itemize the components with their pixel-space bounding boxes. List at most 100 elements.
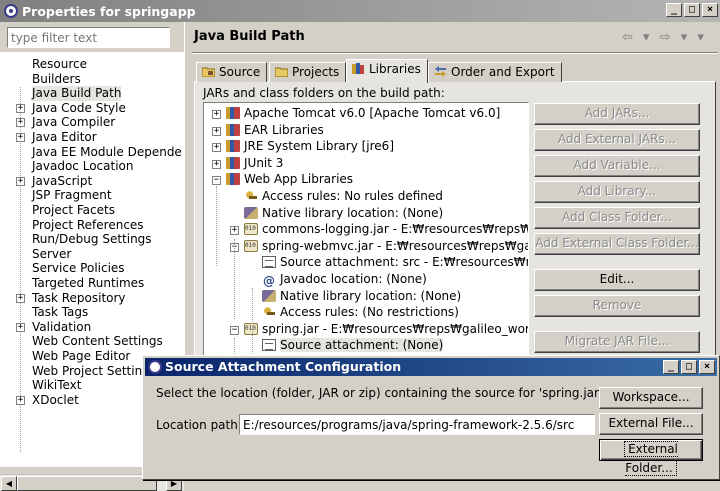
library-tree-item[interactable]: JRE System Library [jre6] (226, 139, 394, 156)
pref-tree-item[interactable]: Java EE Module Depende (32, 145, 182, 160)
scroll-left-icon[interactable]: ◀ (1, 476, 17, 491)
collapse-icon[interactable]: − (230, 325, 239, 335)
tree-guide-line (216, 186, 217, 266)
remove-button[interactable]: Remove (534, 295, 700, 317)
tab-source[interactable]: Source (196, 62, 268, 82)
library-tree-item[interactable]: spring.jar - E:₩resources₩reps₩galileo_w… (244, 322, 528, 339)
library-tree-item[interactable]: JUnit 3 (226, 156, 283, 173)
library-tree-label: spring-webmvc.jar - E:₩resources₩reps₩ga… (262, 238, 529, 253)
pref-tree-item[interactable]: Java Build Path (32, 86, 122, 101)
pref-tree-item[interactable]: Javadoc Location (32, 159, 133, 174)
pref-tree-item[interactable]: JSP Fragment (32, 188, 112, 203)
pref-tree-item[interactable]: JavaScript (32, 174, 92, 189)
expand-icon[interactable]: + (230, 226, 239, 236)
at-icon: @ (263, 274, 275, 288)
library-tree-item[interactable]: Source attachment: src - E:₩resources₩re… (262, 255, 528, 272)
pref-tree-item[interactable]: Server (32, 247, 71, 262)
filter-input[interactable] (7, 27, 170, 48)
library-tree-item[interactable]: Source attachment: (None) (262, 338, 444, 355)
pref-tree-item[interactable]: Java Editor (32, 130, 97, 145)
tab-order-and-export[interactable]: Order and Export (428, 62, 562, 82)
library-tree-label: Source attachment: (None) (280, 338, 444, 353)
expand-icon[interactable]: + (16, 118, 25, 128)
window-titlebar[interactable]: Properties for springapp _ □ × (0, 0, 720, 22)
tab-projects[interactable]: Projects (269, 62, 347, 82)
pref-tree-item[interactable]: Run/Debug Settings (32, 232, 152, 247)
library-tree-item[interactable]: spring-webmvc.jar - E:₩resources₩reps₩ga… (244, 238, 529, 256)
expand-icon[interactable]: + (16, 103, 25, 113)
maximize-button[interactable]: □ (684, 3, 700, 17)
pref-tree-item[interactable]: Task Repository (32, 291, 126, 306)
library-tree-item[interactable]: Native library location: (None) (262, 289, 461, 306)
pref-tree-item[interactable]: Project Facets (32, 203, 115, 218)
jar-icon (244, 223, 258, 236)
pref-tree-item[interactable]: XDoclet (32, 393, 79, 408)
libraries-tree[interactable]: + Apache Tomcat v6.0 [Apache Tomcat v6.0]… (203, 102, 529, 358)
pref-tree-item[interactable]: Java Compiler (32, 115, 115, 130)
pref-tree-item[interactable]: Web Content Settings (32, 334, 163, 349)
library-tree-label: Apache Tomcat v6.0 [Apache Tomcat v6.0] (244, 106, 501, 120)
library-tree-item[interactable]: @ Javadoc location: (None) (262, 272, 427, 289)
expand-icon[interactable]: + (16, 133, 25, 142)
books-icon (226, 107, 240, 119)
window-title: Properties for springapp (22, 3, 196, 19)
pref-tree-item[interactable]: Targeted Runtimes (32, 276, 144, 291)
expand-icon[interactable]: + (16, 293, 25, 303)
external-file-button[interactable]: External File... (599, 413, 703, 435)
expand-icon[interactable]: + (16, 176, 25, 186)
library-tree-item[interactable]: Native library location: (None) (244, 206, 443, 223)
expand-icon[interactable]: + (212, 126, 221, 136)
pref-tree-item[interactable]: WikiText (32, 378, 82, 393)
library-tree-item[interactable]: commons-logging.jar - E:₩resources₩reps₩… (244, 222, 528, 239)
pref-tree-item[interactable]: Resource (32, 57, 87, 72)
eclipse-icon (148, 360, 162, 374)
minimize-button[interactable]: _ (666, 3, 682, 17)
pref-tree-item[interactable]: Task Tags (32, 305, 88, 320)
expand-icon[interactable]: + (212, 143, 221, 153)
pref-tree-item[interactable]: Project References (32, 218, 144, 233)
expand-icon[interactable]: + (16, 322, 25, 332)
dialog-title: Source Attachment Configuration (165, 359, 402, 374)
edit-button[interactable]: Edit... (534, 269, 700, 291)
location-path-label: Location path: (156, 418, 242, 432)
pref-tree-item[interactable]: Web Project Settings (32, 364, 156, 379)
expand-icon[interactable]: + (16, 395, 25, 405)
key-icon (244, 190, 258, 202)
library-tree-label: Access rules: No rules defined (262, 189, 443, 203)
library-tree-item[interactable]: Access rules: No rules defined (244, 189, 443, 206)
pref-tree-item[interactable]: Builders (32, 72, 81, 87)
add-library-button[interactable]: Add Library... (534, 181, 700, 203)
pref-tree-item[interactable]: Service Policies (32, 261, 125, 276)
history-nav-icons[interactable]: ⇦ ▾ ⇨ ▾ ▾ (622, 30, 707, 45)
location-path-input[interactable] (239, 414, 595, 435)
pref-tree-item[interactable]: Validation (32, 320, 91, 335)
collapse-icon[interactable]: − (212, 176, 221, 186)
add-jars-button[interactable]: Add JARs... (534, 103, 700, 125)
library-tree-item[interactable]: Access rules: (No restrictions) (262, 305, 459, 322)
add-class-folder-button[interactable]: Add Class Folder... (534, 207, 700, 229)
order-export-icon (435, 66, 446, 77)
expand-icon[interactable]: + (212, 159, 221, 169)
pref-tree-item[interactable]: Java Code Style (32, 101, 126, 116)
expand-icon[interactable]: + (212, 110, 221, 119)
library-tree-item[interactable]: Apache Tomcat v6.0 [Apache Tomcat v6.0] (226, 106, 500, 123)
close-button[interactable]: × (702, 3, 718, 17)
eclipse-icon (4, 4, 18, 18)
dialog-maximize-button[interactable]: □ (681, 360, 697, 374)
doc-icon (262, 256, 276, 269)
library-tree-item[interactable]: Web App Libraries (226, 172, 353, 189)
migrate-jar-button[interactable]: Migrate JAR File... (534, 331, 700, 353)
dialog-titlebar[interactable]: Source Attachment Configuration _ □ × (145, 358, 717, 376)
library-tree-item[interactable]: EAR Libraries (226, 123, 324, 140)
tab-libraries[interactable]: Libraries (346, 59, 428, 83)
add-external-class-folder-button[interactable]: Add External Class Folder... (534, 233, 700, 255)
add-external-jars-button[interactable]: Add External JARs... (534, 129, 700, 151)
dialog-close-button[interactable]: × (699, 360, 715, 374)
add-variable-button[interactable]: Add Variable... (534, 155, 700, 177)
dialog-minimize-button[interactable]: _ (663, 360, 679, 374)
workspace-button[interactable]: Workspace... (599, 387, 703, 409)
external-folder-button[interactable]: External Folder... (599, 439, 703, 476)
pref-tree-item[interactable]: Web Page Editor (32, 349, 130, 364)
jar-icon (244, 239, 258, 252)
scroll-thumb[interactable] (17, 476, 157, 491)
